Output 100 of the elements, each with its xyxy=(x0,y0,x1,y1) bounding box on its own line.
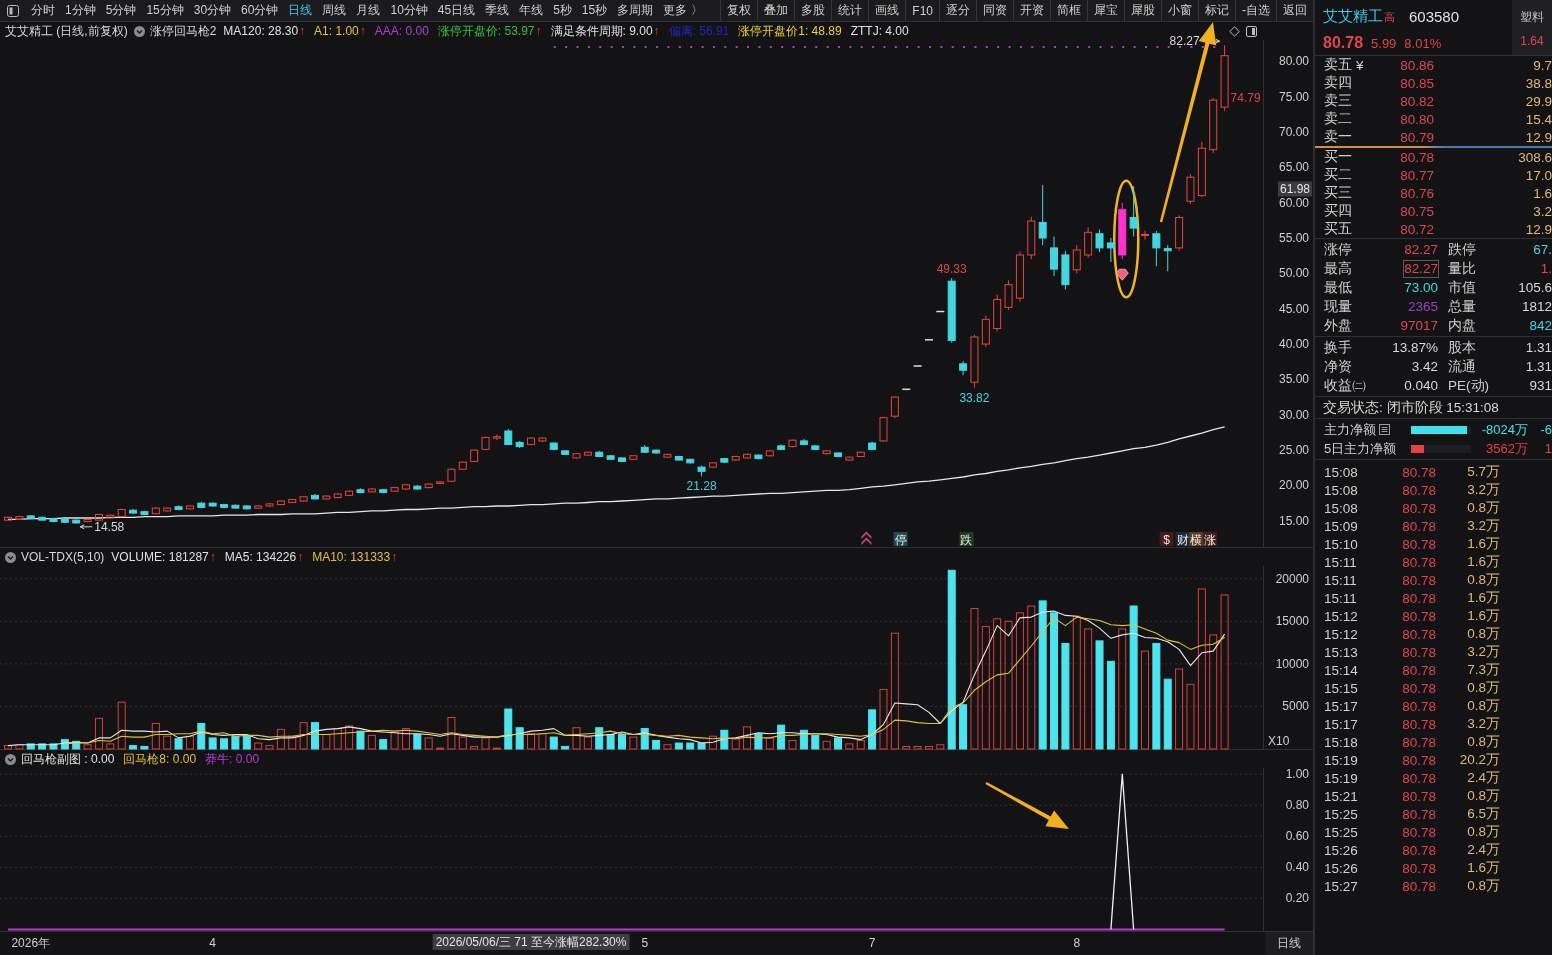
stat-label: 市值 xyxy=(1447,278,1477,297)
tick-volume: 7.3万 xyxy=(1466,661,1500,679)
panel-toggle-icon[interactable] xyxy=(7,4,19,17)
toolbar-button[interactable]: 同资 xyxy=(976,0,1013,21)
tick-volume: 1.6万 xyxy=(1466,859,1500,877)
tick-volume: 0.8万 xyxy=(1466,571,1500,589)
axis-label: 70.00 xyxy=(1278,124,1309,139)
period-tab[interactable]: 10分钟 xyxy=(385,0,433,21)
trend-arrow: ↑ xyxy=(297,550,304,564)
period-tab[interactable]: 月线 xyxy=(351,0,386,21)
order-volume: 38.8 xyxy=(1524,75,1552,91)
stat-label: 涨停 xyxy=(1324,240,1353,259)
period-tab[interactable]: 30分钟 xyxy=(188,0,237,21)
flow-value: 3562万 xyxy=(1485,439,1528,458)
candle xyxy=(1084,226,1093,259)
candle xyxy=(1106,237,1115,263)
toolbar-button[interactable]: 统计 xyxy=(831,0,869,21)
stat-value: 82.27 xyxy=(1404,241,1438,258)
signal-tag: 停 xyxy=(893,532,908,547)
sector-tab[interactable]: 塑料 xyxy=(1520,0,1544,26)
candle xyxy=(663,453,672,459)
candle xyxy=(1220,44,1229,112)
order-price: 80.86 xyxy=(1399,57,1434,73)
panel-icon[interactable] xyxy=(1246,25,1257,37)
stat-label: 最低 xyxy=(1324,278,1353,297)
price-label: 33.82 xyxy=(959,390,990,405)
period-tab[interactable]: 45日线 xyxy=(432,0,481,21)
toolbar-button[interactable]: 犀宝 xyxy=(1087,0,1124,21)
toolbar-button[interactable]: 复权 xyxy=(720,0,758,21)
chevron-circle-icon[interactable] xyxy=(5,551,16,563)
candle xyxy=(993,294,1002,332)
diamond-icon[interactable] xyxy=(1229,25,1240,37)
toolbar-button[interactable]: 叠加 xyxy=(757,0,795,21)
stat-value: 2365 xyxy=(1407,298,1438,315)
candle xyxy=(765,449,774,457)
candle xyxy=(504,428,513,446)
period-tab[interactable]: 1分钟 xyxy=(60,0,101,21)
period-tab[interactable]: 多周期 xyxy=(612,0,659,21)
candle xyxy=(265,502,274,508)
period-tab[interactable]: 季线 xyxy=(480,0,515,21)
candle xyxy=(652,448,661,455)
period-tab[interactable]: 15分钟 xyxy=(141,0,189,21)
toolbar-button[interactable]: 逐分 xyxy=(939,0,976,21)
stat-label: PE(动) xyxy=(1447,376,1490,395)
order-level-label: 卖四 xyxy=(1324,74,1352,92)
toolbar-button[interactable]: 返回 xyxy=(1276,0,1313,21)
tick-price: 80.78 xyxy=(1401,482,1436,498)
toolbar-button[interactable]: 简框 xyxy=(1050,0,1087,21)
period-button[interactable]: 日线 xyxy=(1265,932,1313,955)
candle xyxy=(731,455,740,462)
candle xyxy=(1038,184,1047,246)
toolbar-button[interactable]: 多股 xyxy=(794,0,832,21)
axis-label: 35.00 xyxy=(1278,372,1309,387)
candle xyxy=(390,486,399,493)
chevron-circle-icon[interactable] xyxy=(133,25,145,37)
candle xyxy=(754,453,763,460)
period-tab[interactable]: 分时 xyxy=(26,0,60,21)
axis-label: 80.00 xyxy=(1278,54,1309,69)
list-icon[interactable] xyxy=(1379,424,1390,435)
candle xyxy=(163,506,172,513)
toolbar-button[interactable]: F10 xyxy=(905,0,939,21)
order-level-label: 买三 xyxy=(1324,184,1352,202)
stat-value: 1.31 xyxy=(1525,339,1552,356)
candle xyxy=(640,444,649,454)
candle xyxy=(777,443,786,451)
toolbar-button[interactable]: 标记 xyxy=(1198,0,1235,21)
tick-time: 15:09 xyxy=(1324,518,1359,534)
tick-time: 15:15 xyxy=(1324,680,1359,696)
axis-label: 0.20 xyxy=(1285,891,1309,906)
candle xyxy=(492,434,501,441)
period-tab[interactable]: 60分钟 xyxy=(236,0,284,21)
order-price: 80.72 xyxy=(1399,221,1434,237)
period-tab[interactable]: 15秒 xyxy=(576,0,613,21)
time-axis-label: 7 xyxy=(868,936,876,950)
period-tab[interactable]: 5秒 xyxy=(548,0,577,21)
toolbar-button[interactable]: -自选 xyxy=(1235,0,1276,21)
indicator-value: A1: 1.00 xyxy=(314,24,359,38)
candle xyxy=(959,360,968,376)
candle xyxy=(49,517,58,523)
toolbar-button[interactable]: 小窗 xyxy=(1161,0,1198,21)
toolbar-button[interactable]: 犀股 xyxy=(1124,0,1161,21)
chevron-circle-icon[interactable] xyxy=(5,753,16,765)
toolbar-button[interactable]: 画线 xyxy=(868,0,906,21)
trading-status: 交易状态: 闭市阶段 15:31:08 xyxy=(1323,398,1499,417)
signal-tag: 财 xyxy=(1175,532,1190,547)
axis-label: 65.00 xyxy=(1278,160,1309,175)
candle xyxy=(743,453,752,460)
flow-extra: -6 xyxy=(1539,422,1552,437)
candle xyxy=(151,506,160,515)
period-tab[interactable]: 5分钟 xyxy=(100,0,142,21)
tick-price: 80.78 xyxy=(1401,644,1436,660)
period-tab[interactable]: 周线 xyxy=(317,0,352,21)
period-tab[interactable]: 更多 〉 xyxy=(658,0,708,21)
candle xyxy=(26,514,35,520)
period-tab[interactable]: 年线 xyxy=(514,0,549,21)
formula-name: 涨停回马枪2 xyxy=(149,22,217,40)
tick-price: 80.78 xyxy=(1401,698,1436,714)
period-tab[interactable]: 日线 xyxy=(283,0,318,21)
toolbar-button[interactable]: 开资 xyxy=(1013,0,1050,21)
stat-value: 1812 xyxy=(1521,298,1552,315)
